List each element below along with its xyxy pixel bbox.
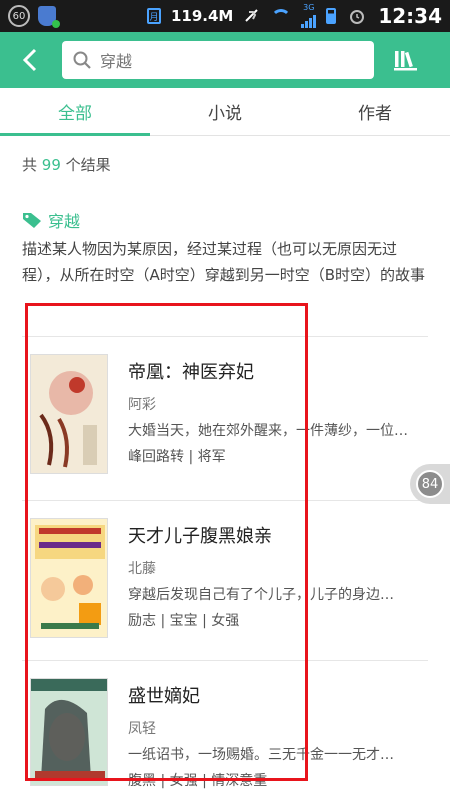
tag-link[interactable]: 穿越 bbox=[22, 208, 80, 232]
result-count-prefix: 共 bbox=[22, 156, 38, 174]
book-title: 天才儿子腹黑娘亲 bbox=[128, 526, 272, 547]
notification-count: 60 bbox=[12, 10, 26, 22]
book-author: 北藤 bbox=[128, 561, 156, 577]
divider bbox=[22, 336, 428, 337]
book-title: 帝凰：神医弃妃 bbox=[128, 362, 254, 383]
book-item[interactable]: 天才儿子腹黑娘亲 北藤 穿越后发现自己有了个儿子，儿子的身边… 励志 | 宝宝 … bbox=[22, 518, 434, 668]
mute-icon bbox=[245, 9, 259, 22]
divider bbox=[22, 660, 428, 661]
chevron-left-icon bbox=[22, 48, 37, 72]
tab-all[interactable]: 全部 bbox=[0, 88, 150, 136]
book-title: 盛世嫡妃 bbox=[128, 686, 200, 707]
tag-name: 穿越 bbox=[48, 212, 81, 231]
signal-icon bbox=[301, 12, 317, 28]
status-bar: 60 月 119.4M 3G 12:34 bbox=[0, 0, 450, 32]
alarm-icon bbox=[350, 10, 365, 24]
wifi-icon bbox=[271, 9, 292, 23]
book-item[interactable]: 帝凰：神医弃妃 阿彩 大婚当天，她在郊外醒来，一件薄纱，一位… 峰回路转 | 将… bbox=[22, 354, 434, 504]
book-cover-image bbox=[31, 679, 107, 785]
tab-author[interactable]: 作者 bbox=[300, 88, 450, 135]
book-cover-image bbox=[31, 355, 107, 473]
net-speed: 119.4M bbox=[170, 7, 234, 25]
book-item[interactable]: 盛世嫡妃 凤轻 一纸诏书，一场赐婚。三无千金一一无才… 腹黑 | 女强 | 情深… bbox=[22, 678, 434, 800]
bookshelf-icon bbox=[394, 51, 417, 71]
book-tags: 腹黑 | 女强 | 情深意重 bbox=[128, 773, 268, 789]
sim-label: 月 bbox=[149, 12, 159, 23]
signal-group: 3G bbox=[301, 3, 317, 28]
search-icon bbox=[73, 51, 91, 69]
book-summary: 一纸诏书，一场赐婚。三无千金一一无才… bbox=[128, 747, 394, 763]
divider bbox=[22, 500, 428, 501]
result-count: 共 99 个结果 bbox=[22, 154, 111, 175]
book-cover-image bbox=[31, 519, 107, 637]
search-box[interactable] bbox=[62, 41, 374, 79]
tab-novel[interactable]: 小说 bbox=[150, 88, 300, 135]
result-tabs: 全部 小说 作者 bbox=[0, 88, 450, 136]
result-count-number: 99 bbox=[41, 156, 61, 174]
book-tags: 励志 | 宝宝 | 女强 bbox=[128, 613, 240, 629]
tag-icon bbox=[23, 213, 41, 228]
security-shield-icon bbox=[38, 6, 60, 28]
clock: 12:34 bbox=[378, 4, 442, 28]
tag-description: 描述某人物因为某原因，经过某过程（也可以无原因无过程），从所在时空（A时空）穿越… bbox=[22, 240, 426, 284]
book-cover bbox=[30, 518, 108, 638]
back-button[interactable] bbox=[12, 40, 48, 80]
app-header bbox=[0, 32, 450, 88]
battery-icon bbox=[326, 8, 337, 24]
signal-type: 3G bbox=[303, 3, 315, 12]
notification-count-icon: 60 bbox=[8, 5, 30, 27]
book-author: 阿彩 bbox=[128, 397, 156, 413]
bookshelf-button[interactable] bbox=[388, 40, 424, 80]
search-input[interactable] bbox=[100, 50, 360, 70]
book-cover bbox=[30, 354, 108, 474]
result-count-suffix: 个结果 bbox=[65, 156, 111, 174]
floating-count-button[interactable]: 84 bbox=[410, 464, 450, 504]
sim-icon: 月 bbox=[146, 8, 161, 24]
book-cover bbox=[30, 678, 108, 786]
book-summary: 穿越后发现自己有了个儿子，儿子的身边… bbox=[128, 587, 394, 603]
book-author: 凤轻 bbox=[128, 721, 156, 737]
book-summary: 大婚当天，她在郊外醒来，一件薄纱，一位… bbox=[128, 423, 408, 439]
floating-count: 84 bbox=[416, 470, 444, 498]
book-tags: 峰回路转 | 将军 bbox=[128, 449, 226, 465]
